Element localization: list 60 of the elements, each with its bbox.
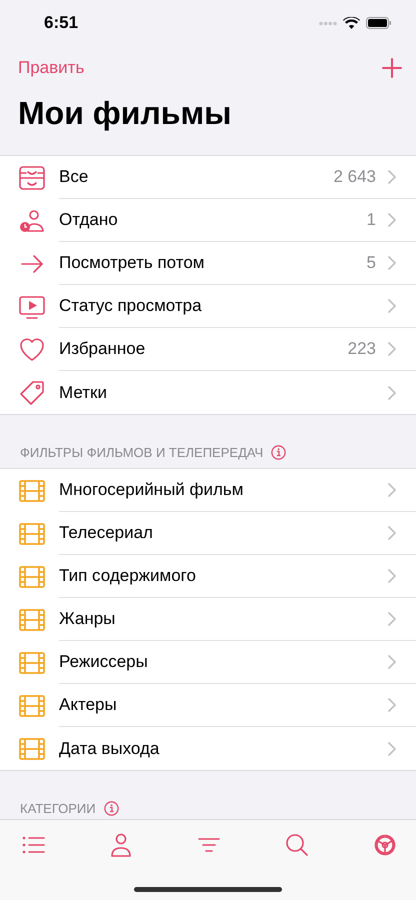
list-row[interactable]: Метки (0, 371, 416, 414)
list-row[interactable]: Дата выхода (0, 727, 416, 770)
heart-icon (18, 336, 46, 364)
wifi-icon (343, 17, 360, 29)
settings-icon (372, 832, 398, 858)
row-label: Все (59, 167, 90, 187)
row-label: Режиссеры (59, 652, 149, 672)
tray-icon (18, 164, 46, 192)
chevron-icon (388, 299, 396, 313)
section-header: КАТЕГОРИИ (20, 801, 96, 816)
row-count: 5 (366, 253, 376, 273)
chevron-icon (388, 170, 396, 184)
row-label: Телесериал (59, 523, 154, 543)
chevron-icon (388, 569, 396, 583)
info-icon (104, 801, 119, 816)
list-row[interactable]: Избранное 223 (0, 328, 416, 371)
row-label: Многосерийный фильм (59, 480, 244, 500)
battery-icon (366, 17, 392, 29)
list-row[interactable]: Многосерийный фильм (0, 469, 416, 512)
row-label: Метки (59, 382, 108, 402)
plus-icon (382, 58, 402, 78)
chevron-icon (388, 213, 396, 227)
chevron-icon (388, 612, 396, 626)
row-label: Тип содержимого (59, 566, 197, 586)
chevron-icon (388, 742, 396, 756)
row-label: Дата выхода (59, 738, 160, 758)
list-row[interactable]: Посмотреть потом 5 (0, 242, 416, 285)
chevron-icon (388, 342, 396, 356)
chevron-icon (388, 655, 396, 669)
chevron-icon (388, 698, 396, 712)
add-button[interactable] (382, 58, 402, 78)
list-row[interactable]: Статус просмотра (0, 285, 416, 328)
section-header: ФИЛЬТРЫ ФИЛЬМОВ И ТЕЛЕПЕРЕДАЧ (20, 445, 264, 460)
info-icon (271, 445, 286, 460)
list-row[interactable]: Все 2 643 (0, 156, 416, 199)
list-row[interactable]: Телесериал (0, 512, 416, 555)
row-label: Посмотреть потом (59, 253, 206, 273)
tag-icon (18, 378, 46, 406)
status-time: 6:51 (44, 13, 78, 33)
chevron-icon (388, 386, 396, 400)
list-row[interactable]: Жанры (0, 598, 416, 641)
row-label: Избранное (59, 339, 146, 359)
row-label: Статус просмотра (59, 296, 203, 316)
signal-icon (319, 20, 337, 26)
row-count: 223 (348, 339, 376, 359)
person-icon (108, 832, 134, 858)
chevron-icon (388, 256, 396, 270)
list-row[interactable]: Отдано 1 (0, 199, 416, 242)
row-label: Отдано (59, 210, 119, 230)
page-title: Мои фильмы (17, 94, 232, 133)
row-label: Актеры (59, 695, 118, 715)
list-row[interactable]: Актеры (0, 684, 416, 727)
row-count: 2 643 (333, 167, 376, 187)
search-icon (284, 832, 310, 858)
list-row[interactable]: Тип содержимого (0, 555, 416, 598)
chevron-icon (388, 483, 396, 497)
row-count: 1 (366, 210, 376, 230)
row-label: Жанры (59, 609, 116, 629)
list-row[interactable]: Режиссеры (0, 641, 416, 684)
chevron-icon (388, 526, 396, 540)
